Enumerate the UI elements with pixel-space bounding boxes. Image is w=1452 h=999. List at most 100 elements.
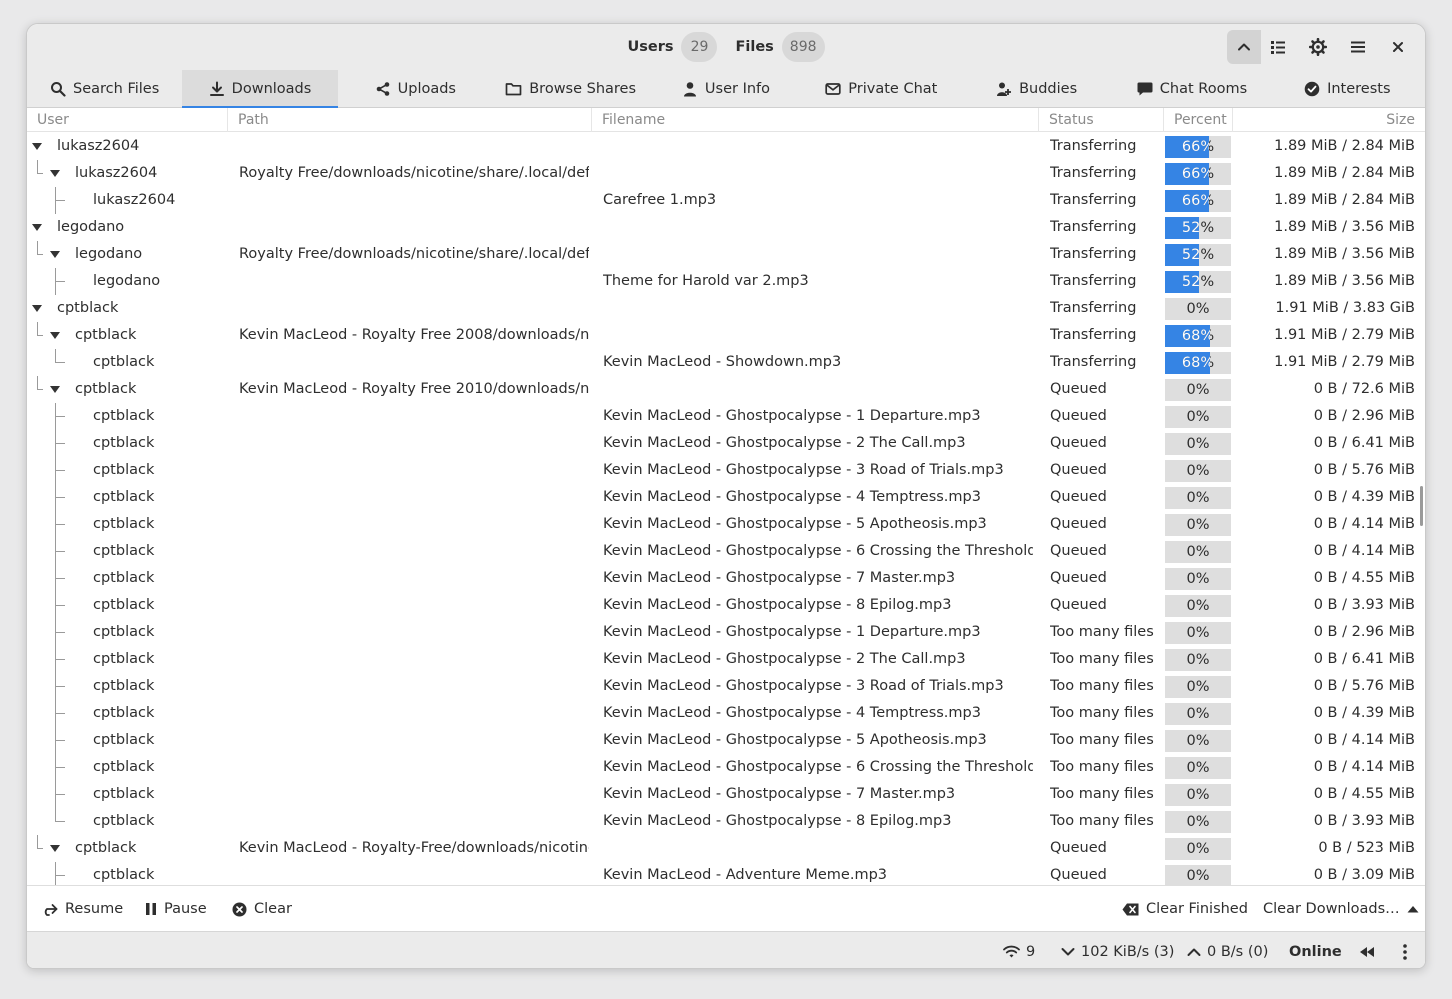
download-speed: 102 KiB/s (3) <box>1081 943 1175 960</box>
scrollbar[interactable] <box>1420 486 1423 526</box>
buddies-icon <box>997 82 1012 96</box>
percent-cell: 0% <box>1165 649 1231 671</box>
expander-arrow-icon[interactable] <box>32 224 42 231</box>
connections-indicator[interactable]: 9 <box>1003 932 1035 968</box>
tab-downloads[interactable]: Downloads <box>182 70 338 109</box>
filename-cell <box>603 295 1033 322</box>
pause-icon <box>146 903 156 915</box>
tab-browse-shares[interactable]: Browse Shares <box>493 70 648 108</box>
rewind-button[interactable] <box>1359 932 1375 968</box>
table-row[interactable]: legodano Transferring 52%52% 1.89 MiB / 3.5… <box>27 214 1425 241</box>
header-actions <box>1227 30 1415 64</box>
clear-downloads-menu-button[interactable]: Clear Downloads… <box>1263 886 1419 932</box>
tab-private-chat[interactable]: Private Chat <box>804 70 959 108</box>
table-row[interactable]: cptblack Kevin MacLeod - Ghostpocalypse -… <box>27 619 1425 646</box>
tab-chat-rooms[interactable]: Chat Rooms <box>1114 70 1269 108</box>
table-row[interactable]: cptblack Kevin MacLeod - Ghostpocalypse -… <box>27 700 1425 727</box>
table-row[interactable]: lukasz2604 Royalty Free/downloads/nicotin… <box>27 160 1425 187</box>
close-window-button[interactable] <box>1381 30 1415 64</box>
user-cell: cptblack <box>27 403 227 430</box>
table-row[interactable]: cptblack Kevin MacLeod - Ghostpocalypse -… <box>27 484 1425 511</box>
column-header-user[interactable]: User <box>27 108 227 132</box>
tab-uploads[interactable]: Uploads <box>338 70 493 108</box>
main-menu-button[interactable] <box>1341 30 1375 64</box>
tab-search-files[interactable]: Search Files <box>27 70 182 108</box>
table-row[interactable]: cptblack Kevin MacLeod - Ghostpocalypse -… <box>27 511 1425 538</box>
table-row[interactable]: legodano Royalty Free/downloads/nicotine/… <box>27 241 1425 268</box>
username: cptblack <box>75 381 137 397</box>
table-row[interactable]: cptblack Kevin MacLeod - Ghostpocalypse -… <box>27 403 1425 430</box>
table-row[interactable]: cptblack Kevin MacLeod - Ghostpocalypse -… <box>27 808 1425 835</box>
user-cell: cptblack <box>27 565 227 592</box>
table-row[interactable]: cptblack Kevin MacLeod - Ghostpocalypse -… <box>27 673 1425 700</box>
pause-button[interactable]: Pause <box>145 886 207 932</box>
table-row[interactable]: cptblack Kevin MacLeod - Royalty Free 201… <box>27 376 1425 403</box>
tree-connector <box>55 781 65 795</box>
expander-arrow-icon[interactable] <box>32 305 42 312</box>
tab-buddies[interactable]: Buddies <box>959 70 1114 108</box>
table-row[interactable]: cptblack Kevin MacLeod - Ghostpocalypse -… <box>27 592 1425 619</box>
column-header-percent[interactable]: Percent <box>1163 108 1232 132</box>
table-row[interactable]: cptblack Kevin MacLeod - Ghostpocalypse -… <box>27 430 1425 457</box>
upload-speed-indicator[interactable]: 0 B/s (0) <box>1187 932 1268 968</box>
table-row[interactable]: lukasz2604 Carefree 1.mp3 Transferring 66% 6… <box>27 187 1425 214</box>
user-cell: lukasz2604 <box>27 187 227 214</box>
online-status-button[interactable]: Online <box>1289 932 1342 968</box>
tree-connector <box>37 376 43 390</box>
overflow-menu-button[interactable] <box>1403 932 1407 968</box>
table-row[interactable]: cptblack Kevin MacLeod - Ghostpocalypse -… <box>27 538 1425 565</box>
table-row[interactable]: cptblack Kevin MacLeod - Ghostpocalypse -… <box>27 754 1425 781</box>
filename-cell <box>603 241 1033 268</box>
expander-arrow-icon[interactable] <box>50 845 60 852</box>
size-cell: 0 B / 3.93 MiB <box>1313 813 1415 829</box>
tab-user-info[interactable]: User Info <box>648 70 803 108</box>
progress-bar: 0% <box>1165 703 1231 725</box>
progress-label-inverse: 66% <box>1181 193 1209 209</box>
table-row[interactable]: cptblack Kevin MacLeod - Royalty-Free/dow… <box>27 835 1425 862</box>
table-row[interactable]: cptblack Kevin MacLeod - Ghostpocalypse -… <box>27 457 1425 484</box>
status-cell: Too many files <box>1050 813 1154 829</box>
filename-cell: Kevin MacLeod - Showdown.mp3 <box>603 354 842 370</box>
expander-arrow-icon[interactable] <box>50 170 60 177</box>
preferences-button[interactable] <box>1301 30 1335 64</box>
table-row[interactable]: cptblack Kevin MacLeod - Ghostpocalypse -… <box>27 646 1425 673</box>
triangle-up-icon <box>1407 906 1419 913</box>
column-header-size[interactable]: Size <box>1232 108 1425 132</box>
filename-cell <box>603 322 1033 349</box>
status-cell: Queued <box>1050 516 1107 532</box>
table-row[interactable]: cptblack Kevin MacLeod - Ghostpocalypse -… <box>27 565 1425 592</box>
tree-view-button[interactable] <box>1261 30 1295 64</box>
close-icon <box>1393 42 1403 52</box>
resume-button[interactable]: Resume <box>41 886 123 932</box>
download-speed-indicator[interactable]: 102 KiB/s (3) <box>1061 932 1175 968</box>
username: cptblack <box>93 732 155 748</box>
column-header-path[interactable]: Path <box>227 108 591 132</box>
table-row[interactable]: cptblack Kevin MacLeod - Royalty Free 200… <box>27 322 1425 349</box>
size-cell: 0 B / 72.6 MiB <box>1313 381 1415 397</box>
table-row[interactable]: cptblack Kevin MacLeod - Ghostpocalypse -… <box>27 781 1425 808</box>
collapse-toggle-button[interactable] <box>1227 30 1261 64</box>
user-cell: cptblack <box>27 646 227 673</box>
table-row[interactable]: cptblack Transferring 0% 1.91 MiB / 3.83 Gi… <box>27 295 1425 322</box>
column-header-status[interactable]: Status <box>1038 108 1163 132</box>
vertical-dots-icon <box>1403 943 1407 960</box>
clear-button[interactable]: Clear <box>232 886 292 932</box>
table-row[interactable]: lukasz2604 Transferring 66%66% 1.89 MiB / 2… <box>27 133 1425 160</box>
person-icon <box>683 82 696 97</box>
table-row[interactable]: cptblack Kevin MacLeod - Showdown.mp3 Tran… <box>27 349 1425 376</box>
user-cell: cptblack <box>27 673 227 700</box>
clear-finished-button[interactable]: Clear Finished <box>1122 886 1248 932</box>
user-cell: legodano <box>27 241 227 268</box>
column-header-filename[interactable]: Filename <box>591 108 1038 132</box>
folder-icon <box>505 83 522 96</box>
table-row[interactable]: cptblack Kevin MacLeod - Ghostpocalypse -… <box>27 727 1425 754</box>
table-row[interactable]: cptblack Kevin MacLeod - Adventure Meme.m… <box>27 862 1425 885</box>
table-row[interactable]: legodano Theme for Harold var 2.mp3 Transf… <box>27 268 1425 295</box>
expander-arrow-icon[interactable] <box>50 386 60 393</box>
expander-arrow-icon[interactable] <box>50 251 60 258</box>
expander-arrow-icon[interactable] <box>50 332 60 339</box>
tab-interests[interactable]: Interests <box>1270 70 1425 108</box>
redo-arrow-icon <box>44 904 58 916</box>
username: lukasz2604 <box>75 165 158 181</box>
expander-arrow-icon[interactable] <box>32 143 42 150</box>
